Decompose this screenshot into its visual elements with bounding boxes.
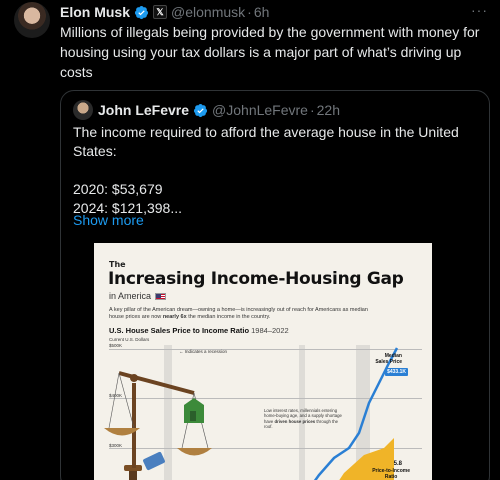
quote-author-avatar[interactable] bbox=[73, 100, 93, 120]
separator: · bbox=[247, 4, 252, 20]
quoted-tweet[interactable]: John LeFevre @JohnLeFevre · 22h The inco… bbox=[60, 90, 490, 480]
ratio-label: Price-to-Income Ratio bbox=[372, 468, 410, 480]
verified-badge-icon bbox=[193, 103, 208, 117]
chart-annotation: Low interest rates, millennials entering… bbox=[264, 408, 342, 430]
quote-author-handle[interactable]: @JohnLeFevre bbox=[212, 102, 308, 118]
author-avatar[interactable] bbox=[14, 2, 50, 38]
more-options-icon[interactable]: ··· bbox=[471, 2, 488, 18]
scale-icon bbox=[104, 371, 212, 480]
author-name[interactable]: Elon Musk bbox=[60, 4, 130, 20]
verified-badge-icon bbox=[134, 5, 149, 19]
timestamp[interactable]: 6h bbox=[254, 4, 270, 20]
x-affiliate-icon: 𝕏 bbox=[153, 5, 168, 19]
quote-media-image[interactable]: The Increasing Income-Housing Gap in Ame… bbox=[94, 243, 432, 480]
tweet-text: Millions of illegals being provided by t… bbox=[60, 24, 480, 80]
quote-line: 2020: $53,679 bbox=[73, 181, 163, 197]
tweet-header: Elon Musk 𝕏 @elonmusk · 6h bbox=[60, 3, 488, 21]
quote-author-name[interactable]: John LeFevre bbox=[98, 102, 189, 118]
quote-timestamp[interactable]: 22h bbox=[317, 102, 340, 118]
author-handle[interactable]: @elonmusk bbox=[171, 4, 245, 20]
show-more-link[interactable]: Show more bbox=[73, 212, 144, 228]
median-label: Median Sales Price bbox=[375, 353, 402, 365]
median-value-badge: $433.1K bbox=[385, 368, 408, 376]
quote-line: The income required to afford the averag… bbox=[73, 124, 459, 159]
quote-text: The income required to afford the averag… bbox=[73, 123, 478, 218]
ratio-value: 5.8 bbox=[393, 461, 402, 467]
separator: · bbox=[309, 102, 315, 118]
quote-header: John LeFevre @JohnLeFevre · 22h bbox=[73, 100, 340, 120]
